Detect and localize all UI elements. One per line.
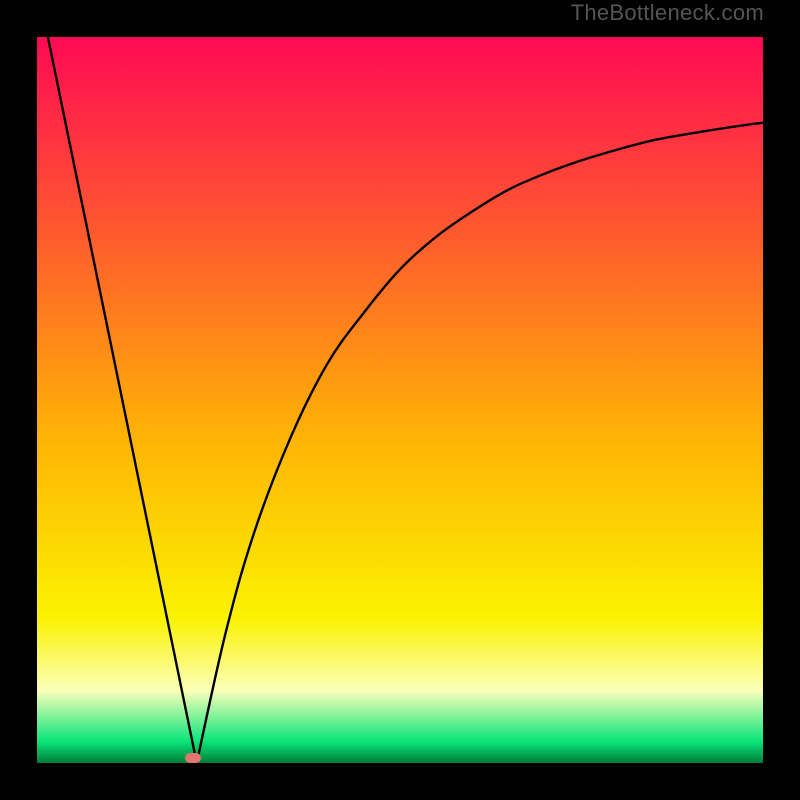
chart-area [37,37,763,763]
bottleneck-marker [185,753,201,763]
curve-right-branch [197,123,763,763]
curve-left-branch [48,37,197,763]
curve-layer [37,37,763,763]
watermark-text: TheBottleneck.com [571,0,764,26]
